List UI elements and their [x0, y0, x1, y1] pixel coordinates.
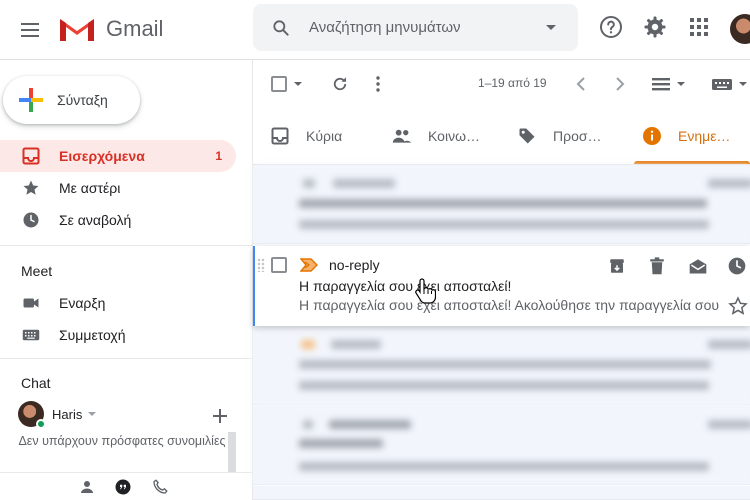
sidebar-item-label: Με αστέρι — [59, 180, 121, 196]
people-icon — [392, 126, 412, 146]
person-icon[interactable] — [78, 478, 96, 496]
mail-row[interactable] — [253, 486, 750, 500]
inbox-tab-icon — [270, 126, 290, 146]
sidebar-item-label: Εναρξη — [59, 295, 106, 311]
tab-label: Προσ… — [553, 127, 602, 144]
row-checkbox[interactable] — [271, 257, 287, 273]
info-icon — [642, 126, 662, 146]
sidebar-divider-meet — [0, 245, 252, 246]
sidebar-item-label: Συμμετοχή — [59, 327, 126, 343]
sidebar-item-label: Εισερχόμενα — [59, 148, 145, 164]
tag-icon — [517, 126, 537, 146]
add-chat-icon[interactable] — [211, 407, 229, 425]
more-options-icon[interactable] — [370, 73, 386, 95]
star-icon — [22, 179, 40, 197]
menu-line — [21, 29, 39, 31]
tab-social[interactable]: Κοινω… — [392, 107, 480, 164]
gmail-window: Gmail Αναζήτηση μηνυμάτων Σύνταξη Εισερχ… — [0, 0, 750, 500]
blurred-mail-content — [253, 406, 750, 485]
mail-subject: Η παραγγελία σου έχει αποσταλεί! — [299, 278, 512, 294]
select-options-chevron-down-icon[interactable] — [292, 73, 304, 95]
chat-bubble-icon[interactable] — [114, 478, 132, 496]
sidebar-item-meet-start[interactable]: Εναρξη — [0, 287, 236, 319]
star-outline-icon[interactable] — [728, 296, 748, 316]
settings-gear-icon[interactable] — [642, 14, 668, 40]
input-tools-keyboard-icon[interactable] — [707, 73, 750, 95]
tab-updates[interactable]: Ενημε… — [642, 107, 730, 164]
phone-icon[interactable] — [151, 478, 169, 496]
apps-grid-icon[interactable] — [686, 14, 712, 40]
meet-section-title: Meet — [21, 263, 53, 279]
gmail-m-icon — [60, 19, 94, 41]
chat-user-name: Haris — [52, 406, 83, 422]
gmail-logo[interactable]: Gmail — [58, 12, 163, 46]
chat-user-status[interactable]: Haris — [18, 401, 97, 429]
tab-label: Ενημε… — [678, 127, 731, 144]
mail-snippet: Η παραγγελία σου έχει αποσταλεί! Ακολούθ… — [299, 297, 719, 313]
inbox-icon — [22, 147, 40, 165]
sidebar-item-starred[interactable]: Με αστέρι — [0, 172, 236, 204]
sidebar-item-label: Σε αναβολή — [59, 212, 132, 228]
sidebar-item-snoozed[interactable]: Σε αναβολή — [0, 204, 236, 236]
compose-label: Σύνταξη — [57, 92, 108, 108]
online-status-dot — [36, 419, 46, 429]
blurred-mail-content — [253, 326, 750, 405]
sidebar-divider-chat — [0, 358, 252, 359]
sidebar-item-meet-join[interactable]: Συμμετοχή — [0, 319, 236, 351]
hand-cursor-icon — [415, 278, 436, 304]
sidebar-item-inbox[interactable]: Εισερχόμενα 1 — [0, 140, 236, 172]
important-marker-icon[interactable] — [300, 258, 318, 272]
mail-sender: no-reply — [329, 257, 380, 273]
snooze-clock-icon[interactable] — [727, 256, 747, 276]
search-icon[interactable] — [271, 18, 291, 38]
tab-label: Κύρια — [306, 127, 343, 144]
blurred-mail-content — [253, 165, 750, 244]
tab-label: Κοινω… — [428, 127, 480, 144]
pagination-count: 1–19 από 19 — [478, 76, 547, 90]
app-name: Gmail — [106, 16, 164, 41]
menu-line — [21, 23, 39, 25]
clock-icon — [22, 211, 40, 229]
density-toggle-icon[interactable] — [651, 73, 687, 95]
search-input[interactable]: Αναζήτηση μηνυμάτων — [309, 19, 546, 36]
help-icon[interactable] — [598, 14, 624, 40]
select-all-checkbox[interactable] — [270, 73, 288, 95]
search-bar[interactable]: Αναζήτηση μηνυμάτων — [253, 4, 578, 51]
compose-button[interactable]: Σύνταξη — [3, 76, 140, 124]
archive-icon[interactable] — [607, 256, 627, 276]
chat-empty-message: Δεν υπάρχουν πρόσφατες συνομιλίες — [18, 434, 226, 448]
video-camera-icon — [22, 294, 40, 312]
main-menu-button[interactable] — [14, 14, 46, 46]
compose-plus-icon — [19, 88, 43, 112]
checkbox — [271, 76, 287, 92]
mail-row[interactable] — [253, 406, 750, 485]
mark-as-read-envelope-icon[interactable] — [688, 256, 708, 276]
unread-count: 1 — [215, 149, 222, 163]
next-page-chevron-right-icon[interactable] — [612, 73, 628, 95]
menu-line — [21, 35, 39, 37]
delete-trash-icon[interactable] — [647, 256, 667, 276]
mail-row[interactable] — [253, 326, 750, 405]
chat-section-title: Chat — [21, 375, 51, 391]
chat-avatar — [18, 401, 46, 429]
drag-handle-icon[interactable] — [257, 258, 265, 272]
tab-promotions[interactable]: Προσ… — [517, 107, 602, 164]
refresh-icon[interactable] — [329, 73, 351, 95]
keyboard-icon — [22, 326, 40, 344]
previous-page-chevron-left-icon[interactable] — [573, 73, 589, 95]
tab-primary[interactable]: Κύρια — [270, 107, 342, 164]
mail-row[interactable] — [253, 165, 750, 244]
search-options-icon[interactable] — [546, 25, 556, 30]
chevron-down-icon — [88, 412, 97, 416]
